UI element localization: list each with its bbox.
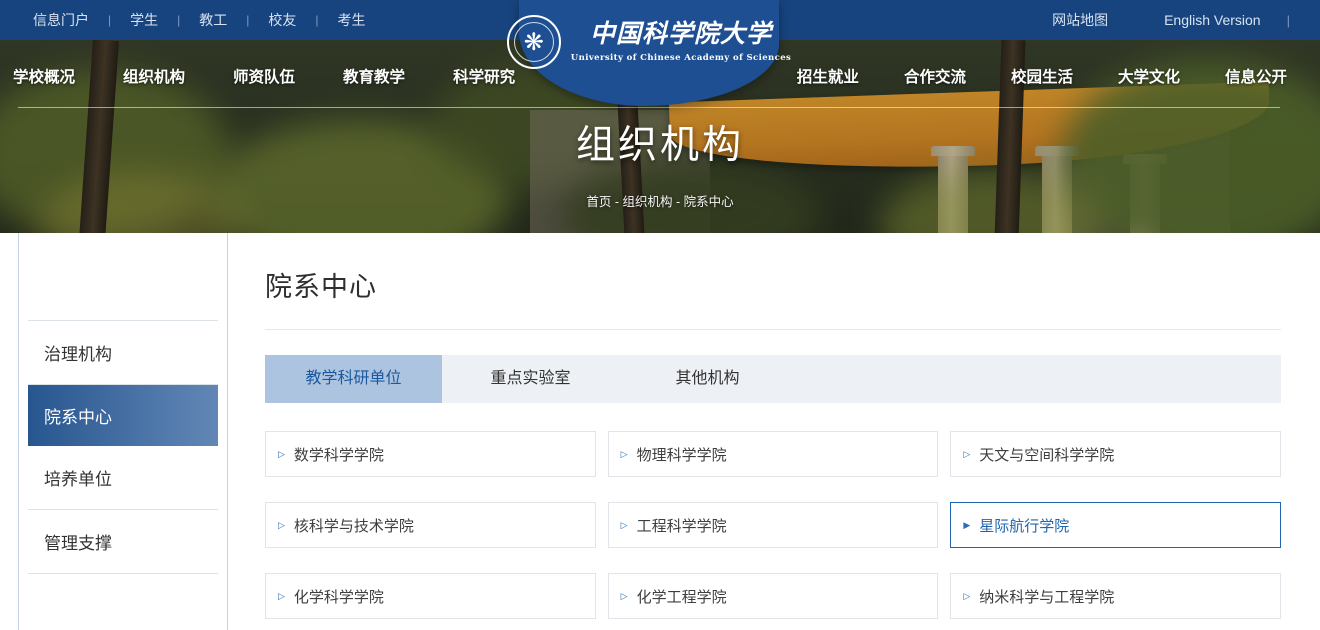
nav-item-right-3[interactable]: 校园生活 — [1011, 65, 1073, 87]
department-card-6[interactable]: ▶ 星际航行学院 — [950, 502, 1281, 548]
column-art — [1042, 156, 1072, 233]
logo-english-name: University of Chinese Academy of Science… — [571, 53, 791, 63]
triangle-icon: ▷ — [963, 591, 970, 602]
sidebar: 治理机构院系中心培养单位管理支撑 — [18, 233, 228, 630]
tab-2[interactable]: 重点实验室 — [442, 355, 619, 403]
column-art — [938, 156, 968, 233]
column-art — [1130, 164, 1160, 233]
nav-item-right-5[interactable]: 信息公开 — [1225, 65, 1287, 87]
sidebar-item-3[interactable]: 培养单位 — [28, 446, 218, 510]
tab-bar: 教学科研单位重点实验室其他机构 — [265, 355, 1281, 403]
foliage-art — [560, 160, 820, 233]
department-card-grid: ▷ 数学科学学院 ▷ 物理科学学院 ▷ 天文与空间科学学院 ▷ 核科学与技术学院 ▷ 工程科学学院… — [265, 431, 1281, 619]
department-card-4[interactable]: ▷ 核科学与技术学院 — [265, 502, 596, 548]
pavilion-roof-art — [669, 82, 1271, 177]
foliage-art — [210, 120, 510, 233]
separator: | — [246, 13, 249, 27]
separator: | — [1287, 13, 1290, 28]
nav-item-left-1[interactable]: 学校概况 — [13, 65, 75, 87]
department-card-3[interactable]: ▷ 天文与空间科学学院 — [950, 431, 1281, 477]
nav-item-right-1[interactable]: 招生就业 — [797, 65, 859, 87]
department-card-2[interactable]: ▷ 物理科学学院 — [608, 431, 939, 477]
building-art — [1050, 130, 1230, 233]
nav-item-right-2[interactable]: 合作交流 — [904, 65, 966, 87]
triangle-icon: ▷ — [963, 449, 970, 460]
topbar-quick-links: 信息门户 | 学生 | 教工 | 校友 | 考生 — [33, 10, 366, 30]
topbar-link-3[interactable]: 教工 — [199, 10, 227, 30]
department-card-label: 核科学与技术学院 — [294, 515, 414, 536]
department-card-8[interactable]: ▷ 化学工程学院 — [608, 573, 939, 619]
separator: | — [315, 13, 318, 27]
title-divider — [265, 329, 1281, 330]
separator: | — [177, 13, 180, 27]
logo-chinese-name: 中国科学院大学 — [590, 15, 772, 53]
department-card-7[interactable]: ▷ 化学科学学院 — [265, 573, 596, 619]
sidebar-item-2[interactable]: 院系中心 — [28, 385, 218, 446]
foliage-art — [0, 70, 230, 233]
triangle-icon: ▶ — [963, 520, 970, 531]
department-card-label: 纳米科学与工程学院 — [979, 586, 1114, 607]
nav-underline — [18, 107, 1280, 108]
triangle-icon: ▷ — [621, 520, 628, 531]
main-panel: 院系中心 教学科研单位重点实验室其他机构 ▷ 数学科学学院 ▷ 物理科学学院 ▷ 天文与空… — [265, 233, 1281, 619]
nav-item-left-2[interactable]: 组织机构 — [123, 65, 185, 87]
department-card-label: 化学科学学院 — [294, 586, 384, 607]
english-version-link[interactable]: English Version — [1164, 12, 1261, 28]
department-card-label: 星际航行学院 — [979, 515, 1069, 536]
page: 信息门户|学生|教工|校友|考生 网站地图 English Version | … — [0, 0, 1320, 630]
emblem-flower-icon: ❋ — [514, 22, 554, 62]
section-title: 院系中心 — [265, 265, 1281, 304]
department-card-label: 数学科学学院 — [294, 444, 384, 465]
department-card-1[interactable]: ▷ 数学科学学院 — [265, 431, 596, 477]
department-card-5[interactable]: ▷ 工程科学学院 — [608, 502, 939, 548]
topbar-link-1[interactable]: 信息门户 — [33, 10, 89, 30]
building-art — [530, 110, 710, 233]
triangle-icon: ▷ — [278, 520, 285, 531]
nav-item-left-5[interactable]: 科学研究 — [453, 65, 515, 87]
department-card-9[interactable]: ▷ 纳米科学与工程学院 — [950, 573, 1281, 619]
primary-nav-right: 招生就业 合作交流 校园生活 大学文化 信息公开 — [752, 65, 1287, 87]
separator: | — [108, 13, 111, 27]
foliage-art — [880, 170, 1100, 233]
sitemap-link[interactable]: 网站地图 — [1052, 10, 1108, 30]
topbar-link-2[interactable]: 学生 — [130, 10, 158, 30]
department-card-label: 化学工程学院 — [637, 586, 727, 607]
department-card-label: 物理科学学院 — [637, 444, 727, 465]
university-emblem-icon: ❋ — [507, 15, 561, 69]
tab-3[interactable]: 其他机构 — [619, 355, 796, 403]
primary-nav-left: 学校概况 组织机构 师资队伍 教育教学 科学研究 — [13, 65, 563, 87]
nav-item-left-4[interactable]: 教育教学 — [343, 65, 405, 87]
content-area: 治理机构院系中心培养单位管理支撑 院系中心 教学科研单位重点实验室其他机构 ▷数… — [0, 233, 1320, 630]
sidebar-item-4[interactable]: 管理支撑 — [28, 510, 218, 574]
department-card-label: 工程科学学院 — [637, 515, 727, 536]
sidebar-menu: 治理机构院系中心培养单位管理支撑 — [28, 320, 218, 574]
foliage-art — [40, 170, 240, 233]
triangle-icon: ▷ — [621, 449, 628, 460]
tab-1[interactable]: 教学科研单位 — [265, 355, 442, 403]
topbar-link-4[interactable]: 校友 — [268, 10, 296, 30]
topbar-utility-links: 网站地图 English Version | — [996, 10, 1290, 30]
triangle-icon: ▷ — [278, 449, 285, 460]
logo-wordmark: 中国科学院大学 University of Chinese Academy of… — [571, 15, 791, 63]
nav-item-right-4[interactable]: 大学文化 — [1118, 65, 1180, 87]
nav-item-left-3[interactable]: 师资队伍 — [233, 65, 295, 87]
topbar-link-5[interactable]: 考生 — [338, 10, 366, 30]
breadcrumb[interactable]: 首页 - 组织机构 - 院系中心 — [0, 191, 1320, 210]
department-card-label: 天文与空间科学学院 — [979, 444, 1114, 465]
triangle-icon: ▷ — [278, 591, 285, 602]
triangle-icon: ▷ — [621, 591, 628, 602]
page-title: 组织机构 — [0, 114, 1320, 170]
sidebar-item-1[interactable]: 治理机构 — [28, 320, 218, 385]
